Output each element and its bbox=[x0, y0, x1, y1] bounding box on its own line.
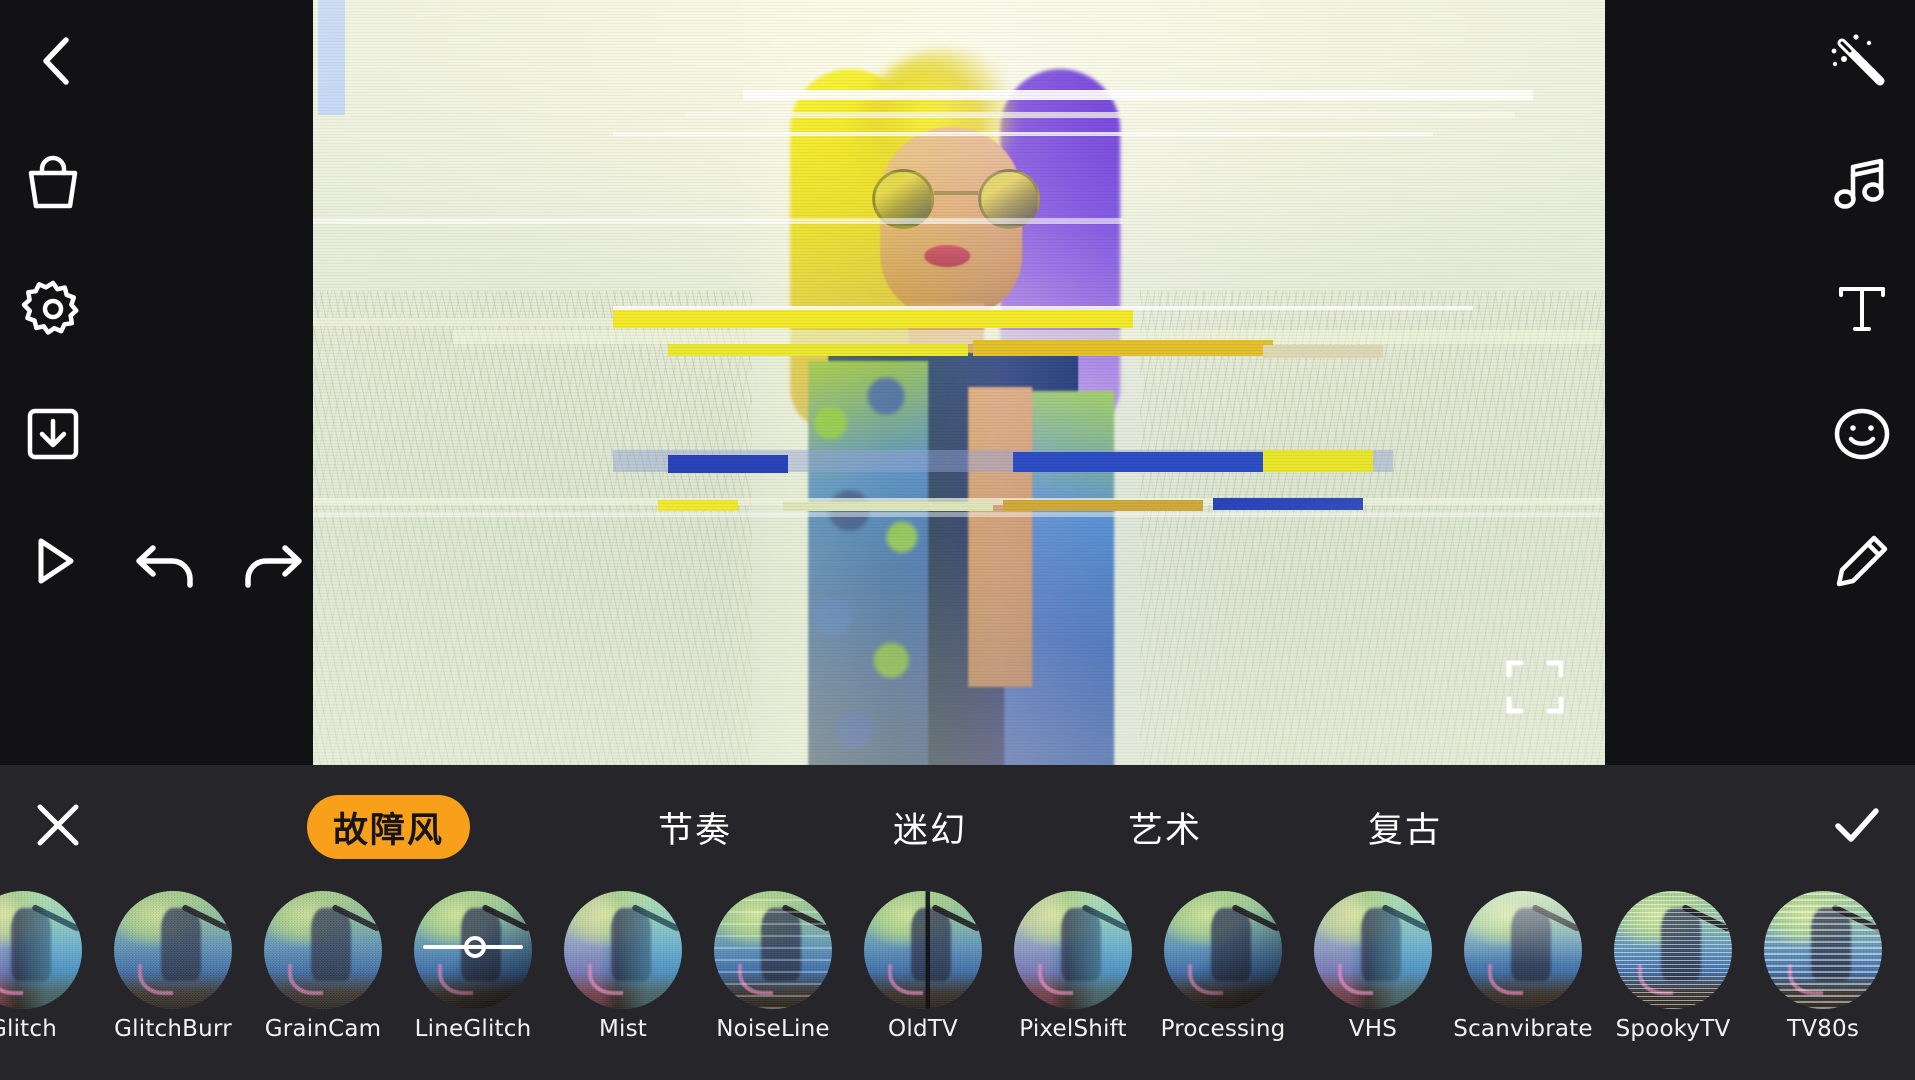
filter-label: PixelShift bbox=[1019, 1016, 1127, 1042]
gear-icon[interactable] bbox=[14, 270, 92, 348]
subject-floral-pattern bbox=[804, 360, 937, 765]
tab-label: 节奏 bbox=[657, 810, 732, 851]
thumb-effect-overlay bbox=[1164, 891, 1282, 1009]
subject-sunglasses bbox=[872, 168, 1041, 229]
filter-thumbnail[interactable] bbox=[414, 891, 532, 1009]
sunglass-lens-right bbox=[978, 168, 1041, 229]
filter-thumbnail[interactable] bbox=[864, 891, 982, 1009]
fullscreen-corners-icon[interactable] bbox=[1503, 655, 1567, 719]
preview-grass-left bbox=[313, 290, 753, 765]
filter-thumbnail[interactable] bbox=[1464, 891, 1582, 1009]
filter-item[interactable]: Scanvibrate bbox=[1448, 888, 1598, 1080]
thumb-effect-overlay bbox=[114, 891, 232, 1009]
thumb-effect-overlay bbox=[1764, 891, 1882, 1009]
thumb-effect-overlay bbox=[564, 891, 682, 1009]
filter-item[interactable]: LineGlitch bbox=[398, 888, 548, 1080]
filter-item[interactable]: GrainCam bbox=[248, 888, 398, 1080]
filter-thumbnail[interactable] bbox=[264, 891, 382, 1009]
undo-arrow-icon[interactable] bbox=[128, 530, 206, 608]
right-toolbar bbox=[1605, 0, 1915, 765]
filter-item[interactable]: PixelShift bbox=[998, 888, 1148, 1080]
filter-item[interactable]: Glitch bbox=[0, 888, 98, 1080]
music-note-icon[interactable] bbox=[1823, 145, 1901, 223]
filter-item[interactable]: OldTV bbox=[848, 888, 998, 1080]
thumb-effect-overlay bbox=[1014, 891, 1132, 1009]
subject-lips bbox=[924, 244, 971, 267]
tab-label: 故障风 bbox=[333, 810, 445, 851]
tab-art[interactable]: 艺术 bbox=[1100, 795, 1230, 859]
filter-label: NoiseLine bbox=[716, 1016, 830, 1042]
tab-retro[interactable]: 复古 bbox=[1340, 795, 1470, 859]
filter-thumbnail-strip[interactable]: Glitch GlitchBurr GrainCam LineGlitch Mist No… bbox=[0, 888, 1915, 1080]
filter-label: LineGlitch bbox=[414, 1016, 532, 1042]
filter-item[interactable]: TV80s bbox=[1748, 888, 1898, 1080]
filter-thumbnail[interactable] bbox=[1164, 891, 1282, 1009]
chevron-left-icon[interactable] bbox=[18, 22, 96, 100]
filter-item[interactable]: NoiseLine bbox=[698, 888, 848, 1080]
shopping-bag-icon[interactable] bbox=[14, 145, 92, 223]
magic-wand-icon[interactable] bbox=[1819, 22, 1897, 100]
filter-label: OldTV bbox=[888, 1016, 958, 1042]
filter-item[interactable]: GlitchBurr bbox=[98, 888, 248, 1080]
thumb-effect-overlay bbox=[864, 891, 982, 1009]
subject-arm-right bbox=[968, 386, 1033, 687]
tab-label: 艺术 bbox=[1127, 810, 1202, 851]
thumb-effect-overlay bbox=[1464, 891, 1582, 1009]
filter-label: SpookyTV bbox=[1615, 1016, 1731, 1042]
download-box-icon[interactable] bbox=[14, 395, 92, 473]
filter-item[interactable]: Mist bbox=[548, 888, 698, 1080]
left-toolbar bbox=[0, 0, 313, 765]
preview-subject bbox=[768, 31, 1128, 765]
filter-label: GlitchBurr bbox=[114, 1016, 232, 1042]
filter-label: Scanvibrate bbox=[1453, 1016, 1593, 1042]
filter-label: Processing bbox=[1160, 1016, 1286, 1042]
filter-thumbnail[interactable] bbox=[714, 891, 832, 1009]
filter-thumbnail[interactable] bbox=[1764, 891, 1882, 1009]
video-preview[interactable] bbox=[313, 0, 1605, 765]
tab-psychedelic[interactable]: 迷幻 bbox=[865, 795, 995, 859]
effects-panel: 故障风 节奏 迷幻 艺术 复古 Glitch GlitchBurr GrainCam… bbox=[0, 765, 1915, 1080]
filter-label: Mist bbox=[598, 1016, 648, 1042]
tab-label: 复古 bbox=[1367, 810, 1442, 851]
effect-category-tabs: 故障风 节奏 迷幻 艺术 复古 bbox=[0, 765, 1915, 888]
filter-label: VHS bbox=[1348, 1016, 1398, 1042]
filter-item[interactable]: Processing bbox=[1148, 888, 1298, 1080]
filter-label: Glitch bbox=[0, 1016, 58, 1042]
filter-item[interactable]: VHS bbox=[1298, 888, 1448, 1080]
filter-thumbnail[interactable] bbox=[1014, 891, 1132, 1009]
filter-thumbnail[interactable] bbox=[0, 891, 82, 1009]
sunglass-bridge bbox=[934, 190, 979, 195]
thumb-effect-overlay bbox=[264, 891, 382, 1009]
filter-thumbnail[interactable] bbox=[114, 891, 232, 1009]
preview-stage bbox=[0, 0, 1915, 765]
filter-intensity-knob[interactable] bbox=[463, 935, 486, 958]
play-icon[interactable] bbox=[14, 522, 92, 600]
thumb-effect-overlay bbox=[714, 891, 832, 1009]
filter-label: TV80s bbox=[1786, 1016, 1860, 1042]
pencil-icon[interactable] bbox=[1823, 522, 1901, 600]
tab-rhythm[interactable]: 节奏 bbox=[630, 795, 760, 859]
tab-label: 迷幻 bbox=[892, 810, 967, 851]
thumb-effect-overlay bbox=[1614, 891, 1732, 1009]
filter-thumbnail[interactable] bbox=[564, 891, 682, 1009]
thumb-effect-overlay bbox=[0, 891, 82, 1009]
redo-arrow-icon[interactable] bbox=[232, 530, 310, 608]
filter-thumbnail[interactable] bbox=[1314, 891, 1432, 1009]
checkmark-icon[interactable] bbox=[1821, 789, 1893, 861]
text-t-icon[interactable] bbox=[1823, 270, 1901, 348]
thumb-effect-overlay bbox=[1314, 891, 1432, 1009]
filter-label: GrainCam bbox=[264, 1016, 382, 1042]
sunglass-lens-left bbox=[872, 168, 935, 229]
video-editor-screen: 故障风 节奏 迷幻 艺术 复古 Glitch GlitchBurr GrainCam… bbox=[0, 0, 1915, 1080]
tab-glitch[interactable]: 故障风 bbox=[307, 795, 471, 859]
smiley-face-icon[interactable] bbox=[1823, 395, 1901, 473]
filter-item[interactable]: SpookyTV bbox=[1598, 888, 1748, 1080]
close-x-icon[interactable] bbox=[22, 789, 94, 861]
filter-thumbnail[interactable] bbox=[1614, 891, 1732, 1009]
